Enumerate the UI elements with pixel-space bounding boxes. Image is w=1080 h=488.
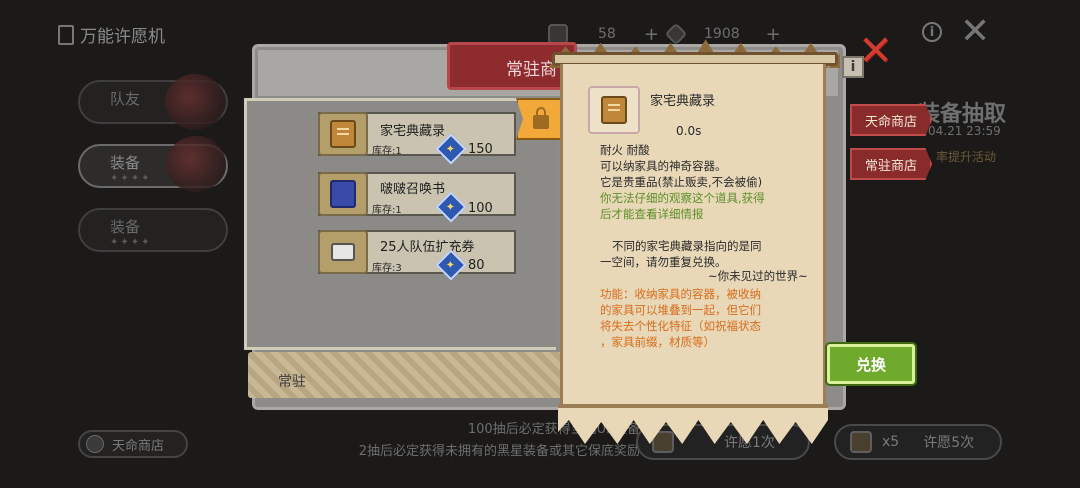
book-icon [330, 120, 356, 148]
add-ticket-button[interactable]: + [644, 24, 659, 45]
tooltip-line: 可以纳家具的神奇容器。 [600, 159, 727, 173]
tooltip-line: 功能：收纳家具的容器，被收纳 [600, 287, 761, 301]
item-name: 25人队伍扩充券 [380, 240, 475, 255]
tooltip-line: ，家具前缀，材质等） [600, 335, 715, 349]
item-thumbnail [318, 230, 368, 274]
tooltip-time: 0.0s [676, 124, 702, 138]
tooltip-item-thumbnail [588, 86, 640, 134]
item-stock: 库存:1 [372, 205, 402, 216]
ticket-icon [850, 431, 872, 453]
close-window-icon[interactable]: ✕ [960, 14, 990, 50]
item-price: 100 [468, 201, 493, 216]
tooltip-line: 后才能查看详细情报 [600, 207, 704, 221]
window-title-text: 万能许愿机 [80, 27, 165, 47]
star-rating-icon: ✦✦✦✦ [110, 237, 152, 248]
destiny-shop-label: 天命商店 [112, 438, 165, 454]
window-title: 万能许愿机 [58, 22, 165, 47]
tooltip-line: 的家具可以堆叠到一起，但它们 [600, 303, 761, 317]
destiny-shop-tab[interactable]: 天命商店 [850, 104, 932, 136]
tooltip-line: 它是贵重品(禁止贩卖,不会被偷) [600, 175, 763, 189]
destiny-shop-button[interactable]: 天命商店 [78, 430, 188, 458]
guarantee-note-2: 2抽后必定获得未拥有的黑星装备或其它保底奖励 [358, 444, 640, 459]
add-gem-button[interactable]: + [766, 24, 781, 45]
item-name: 家宅典藏录 [380, 124, 446, 139]
item-stock: 库存:3 [372, 263, 402, 274]
draw-activity: 率提升活动 [936, 150, 997, 164]
wish-five-count: x5 [882, 434, 900, 450]
sidebar-item-label: 队友 [110, 90, 141, 108]
gem-icon [664, 22, 688, 46]
wish-five-label: 许愿5次 [923, 435, 975, 451]
item-name: 啵啵召唤书 [380, 182, 446, 197]
wish-machine-icon [58, 24, 74, 45]
item-thumbnail [318, 112, 368, 156]
scroll-bottom-edge [558, 404, 828, 408]
tooltip-item-name: 家宅典藏录 [650, 94, 716, 109]
draw-date: 04.21 23:59 [928, 124, 1001, 138]
currency-ticket-value: 58 [598, 26, 616, 42]
item-price: 80 [468, 258, 485, 273]
shop-footer: 常驻 [248, 352, 564, 398]
sidebar-item-equipment-2[interactable]: 装备 ✦✦✦✦ [78, 208, 228, 252]
item-price: 150 [468, 142, 493, 157]
item-thumbnail [318, 172, 368, 216]
ticket-icon [548, 24, 568, 44]
tooltip-line: 将失去个性化特征（如祝福状态 [600, 319, 761, 333]
currency-gem-value: 1908 [704, 26, 740, 42]
tooltip-line: ~你未见过的世界~ [708, 269, 808, 283]
item-stock: 库存:1 [372, 146, 402, 157]
tooltip-line: 不同的家宅典藏录指向的是同 [612, 239, 762, 253]
summon-book-icon [330, 180, 356, 208]
exchange-button[interactable]: 兑换 [827, 344, 915, 384]
lock-icon [516, 98, 566, 140]
regular-shop-tab[interactable]: 常驻商店 [850, 148, 932, 180]
sidebar-item-label: 装备 [110, 218, 141, 236]
info-icon[interactable]: i [922, 22, 942, 42]
currency-gem: 1908 + [664, 22, 781, 46]
tooltip-line: 你无法仔细的观察这个道具,获得 [600, 191, 765, 205]
teammate-portrait [165, 74, 225, 130]
tooltip-line: 耐火 耐酸 [600, 143, 650, 157]
ticket-item-icon [331, 243, 355, 261]
item-info-icon[interactable]: i [842, 56, 864, 78]
shop-icon [86, 435, 104, 453]
wish-five-button[interactable]: x5 许愿5次 [834, 424, 1002, 460]
book-icon [601, 96, 627, 124]
sidebar-item-label: 装备 [110, 154, 141, 172]
equipment-portrait [166, 136, 226, 192]
shop-footer-label: 常驻 [278, 374, 306, 390]
